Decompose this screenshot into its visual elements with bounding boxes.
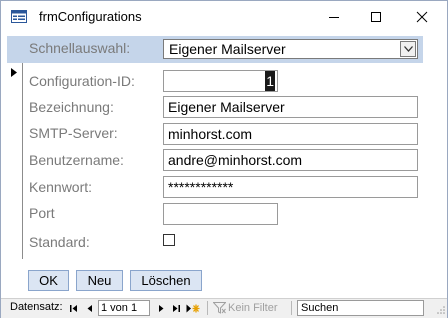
form-window: frmConfigurations Schnellauswahl: Eigene… xyxy=(0,0,448,318)
filter-label: Kein Filter xyxy=(228,302,278,314)
current-record-arrow-icon xyxy=(11,68,17,77)
minimize-icon xyxy=(329,17,339,18)
standard-label: Standard: xyxy=(29,234,90,250)
record-position-field[interactable]: 1 von 1 xyxy=(98,300,150,316)
filter-toggle[interactable]: Kein Filter xyxy=(213,300,278,316)
new-record-button[interactable] xyxy=(185,302,201,315)
configuration-id-field[interactable]: 1 xyxy=(163,70,278,92)
port-field[interactable] xyxy=(163,203,278,225)
previous-record-button[interactable] xyxy=(83,302,97,315)
quick-select-value: Eigener Mailserver xyxy=(169,41,286,57)
record-label: Datensatz: xyxy=(10,301,63,313)
window-title: frmConfigurations xyxy=(39,9,142,24)
separator xyxy=(207,301,208,315)
title-bar[interactable]: frmConfigurations xyxy=(1,1,447,33)
quick-select-label: Schnellauswahl: xyxy=(29,40,131,56)
quick-select-combobox[interactable]: Eigener Mailserver xyxy=(163,39,418,59)
bezeichnung-field[interactable]: Eigener Mailserver xyxy=(163,96,418,118)
smtp-server-label: SMTP-Server: xyxy=(29,125,118,141)
kennwort-label: Kennwort: xyxy=(29,179,93,195)
chevron-down-icon xyxy=(403,46,413,52)
smtp-server-field[interactable]: minhorst.com xyxy=(163,123,418,145)
separator xyxy=(291,301,292,315)
bezeichnung-label: Bezeichnung: xyxy=(29,99,114,115)
configuration-id-label: Configuration-ID: xyxy=(29,73,135,89)
filter-icon xyxy=(213,302,226,314)
first-record-icon xyxy=(70,305,77,312)
next-record-button[interactable] xyxy=(154,302,168,315)
loeschen-button[interactable]: Löschen xyxy=(130,270,202,291)
record-selector[interactable] xyxy=(7,63,23,259)
next-record-icon xyxy=(159,305,164,312)
new-record-icon xyxy=(186,304,200,313)
ok-button[interactable]: OK xyxy=(28,270,69,291)
maximize-button[interactable] xyxy=(353,1,399,33)
form-icon xyxy=(11,10,27,23)
neu-button[interactable]: Neu xyxy=(76,270,123,291)
close-icon xyxy=(416,11,428,23)
benutzername-label: Benutzername: xyxy=(29,152,124,168)
search-input[interactable]: Suchen xyxy=(297,300,424,316)
previous-record-icon xyxy=(87,305,92,312)
close-button[interactable] xyxy=(399,1,445,33)
first-record-button[interactable] xyxy=(67,302,81,315)
kennwort-field[interactable]: ************ xyxy=(163,176,418,198)
form-header: Schnellauswahl: Eigener Mailserver xyxy=(7,36,423,63)
dropdown-button[interactable] xyxy=(400,41,416,57)
benutzername-field[interactable]: andre@minhorst.com xyxy=(163,149,418,171)
configuration-id-value: 1 xyxy=(265,71,275,91)
last-record-button[interactable] xyxy=(169,302,183,315)
minimize-button[interactable] xyxy=(311,1,357,33)
port-label: Port xyxy=(29,205,55,221)
standard-checkbox[interactable] xyxy=(163,234,175,246)
last-record-icon xyxy=(173,305,180,312)
resize-grip-icon[interactable] xyxy=(437,302,445,317)
maximize-icon xyxy=(371,12,381,22)
record-navigation-bar: Datensatz: 1 von 1 Kein Filter Suchen xyxy=(1,298,447,318)
